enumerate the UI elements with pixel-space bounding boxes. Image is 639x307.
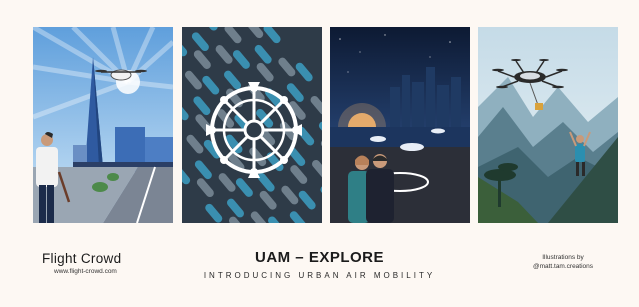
mountain-rescue-art [478,27,618,223]
poster: Flight Crowd www.flight-crowd.com UAM – … [0,0,639,307]
illustration-city-air-taxi [33,27,173,223]
illustration-credit-label: Illustrations by [542,254,584,261]
illustration-night-vertiport [330,27,470,223]
night-vertiport-art [330,27,470,223]
illustration-mountain-rescue [478,27,618,223]
poster-subtitle: INTRODUCING URBAN AIR MOBILITY [203,271,436,280]
illustration-credit-handle: @matt.tam.creations [532,263,594,270]
illustration-drone-pattern [182,27,322,223]
drone-pattern-art [182,27,322,223]
city-air-taxi-art [33,27,173,223]
